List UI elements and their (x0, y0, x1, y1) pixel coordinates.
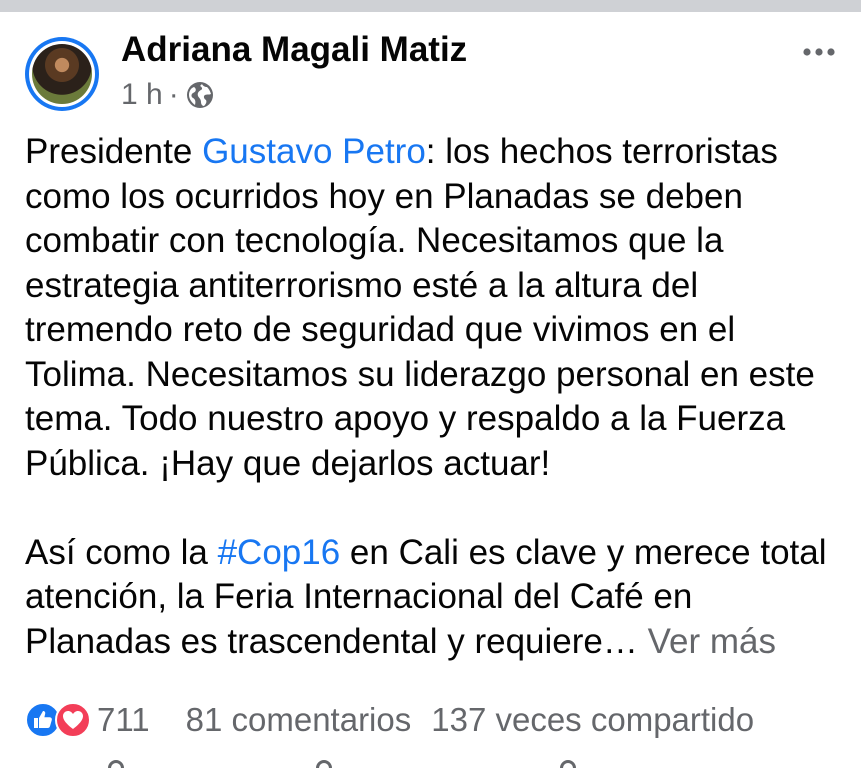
post-meta: 1 h · (121, 78, 215, 112)
text-segment: Presidente (25, 132, 203, 171)
comment-action-icon[interactable] (316, 760, 332, 768)
more-options-icon[interactable] (797, 30, 841, 74)
love-icon (55, 702, 91, 738)
avatar[interactable] (25, 37, 99, 111)
share-action-icon[interactable] (560, 760, 576, 768)
post-stats: 711 81 comentarios 137 veces compartido (25, 696, 841, 744)
post-paragraph-1: Presidente Gustavo Petro: los hechos ter… (25, 130, 845, 486)
like-action-icon[interactable] (108, 760, 124, 768)
reactions-count: 711 (97, 701, 150, 738)
hashtag-link[interactable]: #Cop16 (218, 533, 341, 572)
avatar-ring (29, 41, 95, 107)
top-divider (0, 0, 861, 12)
author-name[interactable]: Adriana Magali Matiz (121, 30, 467, 70)
mention-link[interactable]: Gustavo Petro (202, 132, 426, 171)
globe-icon[interactable] (185, 80, 215, 110)
post-paragraph-2: Así como la #Cop16 en Cali es clave y me… (25, 531, 845, 665)
comments-count[interactable]: 81 comentarios (186, 701, 412, 739)
text-segment: : los hechos terroristas como los ocurri… (25, 132, 815, 483)
reactions-summary[interactable]: 711 (25, 701, 150, 739)
post-time[interactable]: 1 h (121, 78, 163, 112)
shares-count[interactable]: 137 veces compartido (431, 701, 754, 739)
text-segment: Así como la (25, 532, 218, 572)
post-text: Presidente Gustavo Petro: los hechos ter… (25, 130, 845, 664)
see-more-link[interactable]: Ver más (648, 622, 776, 661)
meta-separator: · (168, 78, 179, 111)
action-bar (0, 756, 861, 768)
avatar-photo (32, 44, 92, 104)
